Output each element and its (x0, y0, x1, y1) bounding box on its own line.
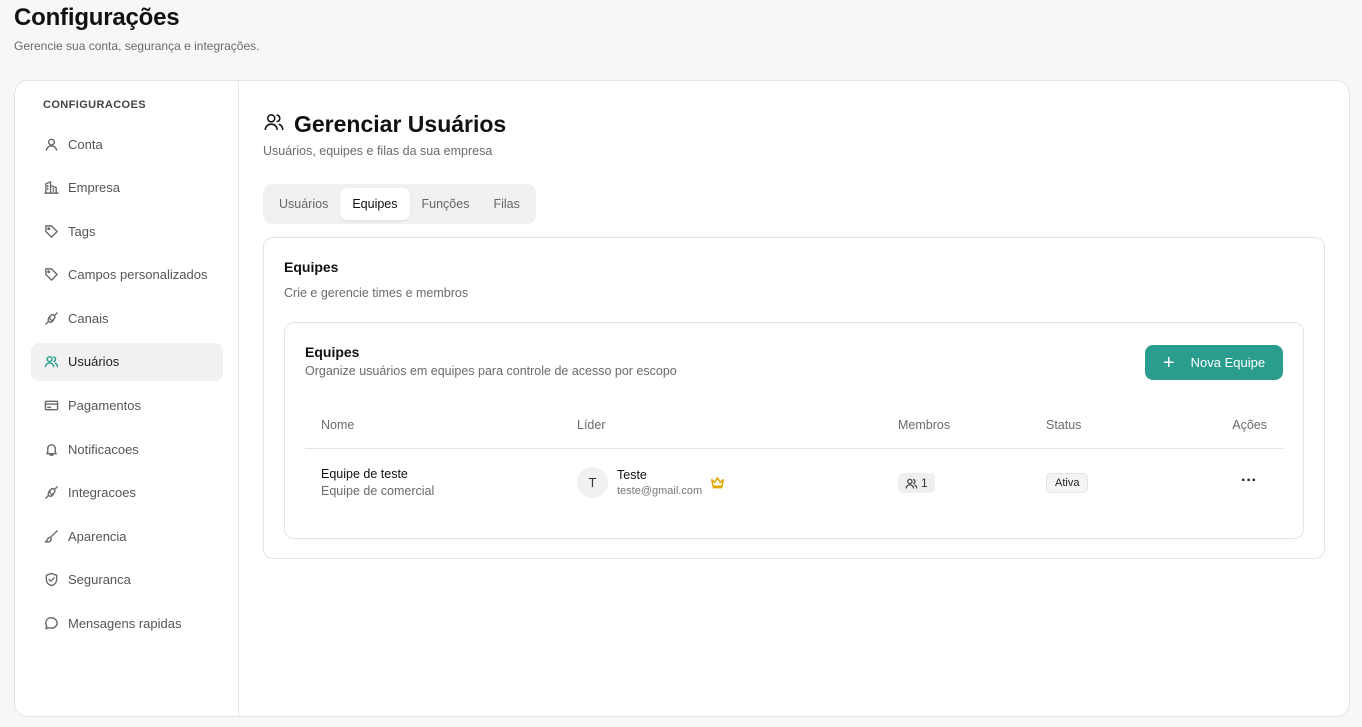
plug-icon (43, 485, 59, 501)
section-title: Gerenciar Usuários (294, 111, 507, 137)
sidebar-item-label: Campos personalizados (68, 267, 208, 283)
teams-card-title: Equipes (305, 344, 360, 360)
sidebar-item-tags[interactable]: Tags (31, 212, 223, 250)
team-description: Equipe de comercial (321, 484, 435, 498)
sidebar-item-conta[interactable]: Conta (31, 125, 223, 163)
section-header: Gerenciar Usuários (263, 111, 506, 138)
panel-subtitle: Crie e gerencie times e membros (284, 286, 469, 300)
panel-title: Equipes (284, 259, 339, 275)
more-options-icon[interactable]: ··· (1241, 472, 1257, 489)
page-subtitle: Gerencie sua conta, segurança e integraç… (14, 39, 260, 53)
users-icon (43, 354, 59, 370)
column-header-members[interactable]: Membros (898, 418, 950, 432)
sidebar-item-pagamentos[interactable]: Pagamentos (31, 387, 223, 425)
message-icon (43, 616, 59, 632)
avatar: T (577, 467, 608, 498)
users-icon (905, 477, 921, 490)
sidebar-item-aparencia[interactable]: Aparencia (31, 517, 223, 555)
sidebar-item-label: Integracoes (68, 485, 136, 501)
sidebar-item-empresa[interactable]: Empresa (31, 169, 223, 207)
credit-card-icon (43, 398, 59, 414)
tab-filas[interactable]: Filas (481, 188, 531, 220)
section-subtitle: Usuários, equipes e filas da sua empresa (263, 144, 493, 158)
settings-card: CONFIGURACOES Conta Empresa Tags Campos … (14, 80, 1350, 717)
sidebar-item-label: Notificacoes (68, 441, 139, 457)
sidebar-item-usuarios[interactable]: Usuários (31, 342, 223, 381)
tag-icon (43, 223, 59, 239)
sidebar-item-label: Pagamentos (68, 398, 141, 414)
sidebar-item-label: Aparencia (68, 528, 127, 544)
main-content: Gerenciar Usuários Usuários, equipes e f… (263, 81, 1349, 716)
members-badge: 1 (898, 473, 935, 493)
status-cell: Ativa (1046, 473, 1089, 493)
sidebar-nav: Conta Empresa Tags Campos personalizados… (31, 125, 223, 648)
plug-icon (43, 310, 59, 326)
teams-card: Equipes Organize usuários em equipes par… (284, 322, 1304, 539)
sidebar-item-canais[interactable]: Canais (31, 299, 223, 337)
sidebar-item-label: Usuários (68, 354, 120, 370)
tab-list: Usuários Equipes Funções Filas (263, 184, 536, 224)
user-icon (43, 136, 59, 152)
tag-icon (43, 267, 59, 283)
new-team-button-label: Nova Equipe (1190, 355, 1266, 370)
team-name: Equipe de teste (321, 467, 408, 481)
tab-usuarios[interactable]: Usuários (267, 188, 340, 220)
shield-icon (43, 572, 59, 588)
sidebar-item-label: Canais (68, 310, 109, 326)
sidebar-item-integracoes[interactable]: Integracoes (31, 474, 223, 512)
sidebar-item-label: Mensagens rapidas (68, 616, 182, 632)
sidebar-item-label: Empresa (68, 180, 121, 196)
building-icon (43, 180, 59, 196)
column-header-name[interactable]: Nome (321, 418, 354, 432)
bell-icon (43, 441, 59, 457)
tab-equipes[interactable]: Equipes (340, 188, 410, 220)
sidebar-item-label: Seguranca (68, 572, 131, 588)
leader-info: Teste teste@gmail.com (617, 468, 702, 497)
sidebar-heading: CONFIGURACOES (43, 99, 146, 111)
members-cell: 1 (898, 473, 935, 495)
sidebar-item-label: Tags (68, 223, 96, 239)
tab-funcoes[interactable]: Funções (410, 188, 482, 220)
leader-email: teste@gmail.com (617, 485, 703, 497)
sidebar-item-notificacoes[interactable]: Notificacoes (31, 430, 223, 468)
table-row[interactable]: Equipe de teste Equipe de comercial T Te… (305, 449, 1283, 517)
members-count: 1 (921, 476, 928, 490)
sidebar-item-campos-personalizados[interactable]: Campos personalizados (31, 256, 223, 294)
plus-icon: + (1162, 351, 1175, 374)
actions-cell: ··· (1241, 472, 1257, 490)
leader-name: Teste (617, 468, 647, 482)
column-header-leader[interactable]: Líder (577, 418, 606, 432)
team-cell: Equipe de teste Equipe de comercial (321, 467, 434, 498)
crown-icon (710, 475, 725, 490)
teams-table: Nome Líder Membros Status Ações Equipe d… (305, 403, 1283, 517)
brush-icon (43, 528, 59, 544)
sidebar-item-seguranca[interactable]: Seguranca (31, 561, 223, 599)
status-badge: Ativa (1046, 473, 1089, 493)
sidebar-item-label: Conta (68, 136, 103, 152)
page-title: Configurações (14, 4, 180, 31)
new-team-button[interactable]: + Nova Equipe (1145, 345, 1283, 380)
settings-sidebar: CONFIGURACOES Conta Empresa Tags Campos … (15, 81, 239, 716)
column-header-status[interactable]: Status (1046, 418, 1081, 432)
teams-card-subtitle: Organize usuários em equipes para contro… (305, 364, 677, 378)
column-header-actions: Ações (1232, 418, 1267, 432)
leader-cell: T Teste teste@gmail.com (577, 467, 725, 498)
table-header: Nome Líder Membros Status Ações (305, 403, 1283, 449)
sidebar-item-mensagens-rapidas[interactable]: Mensagens rapidas (31, 605, 223, 643)
teams-panel: Equipes Crie e gerencie times e membros … (263, 237, 1325, 559)
users-icon (263, 111, 294, 138)
